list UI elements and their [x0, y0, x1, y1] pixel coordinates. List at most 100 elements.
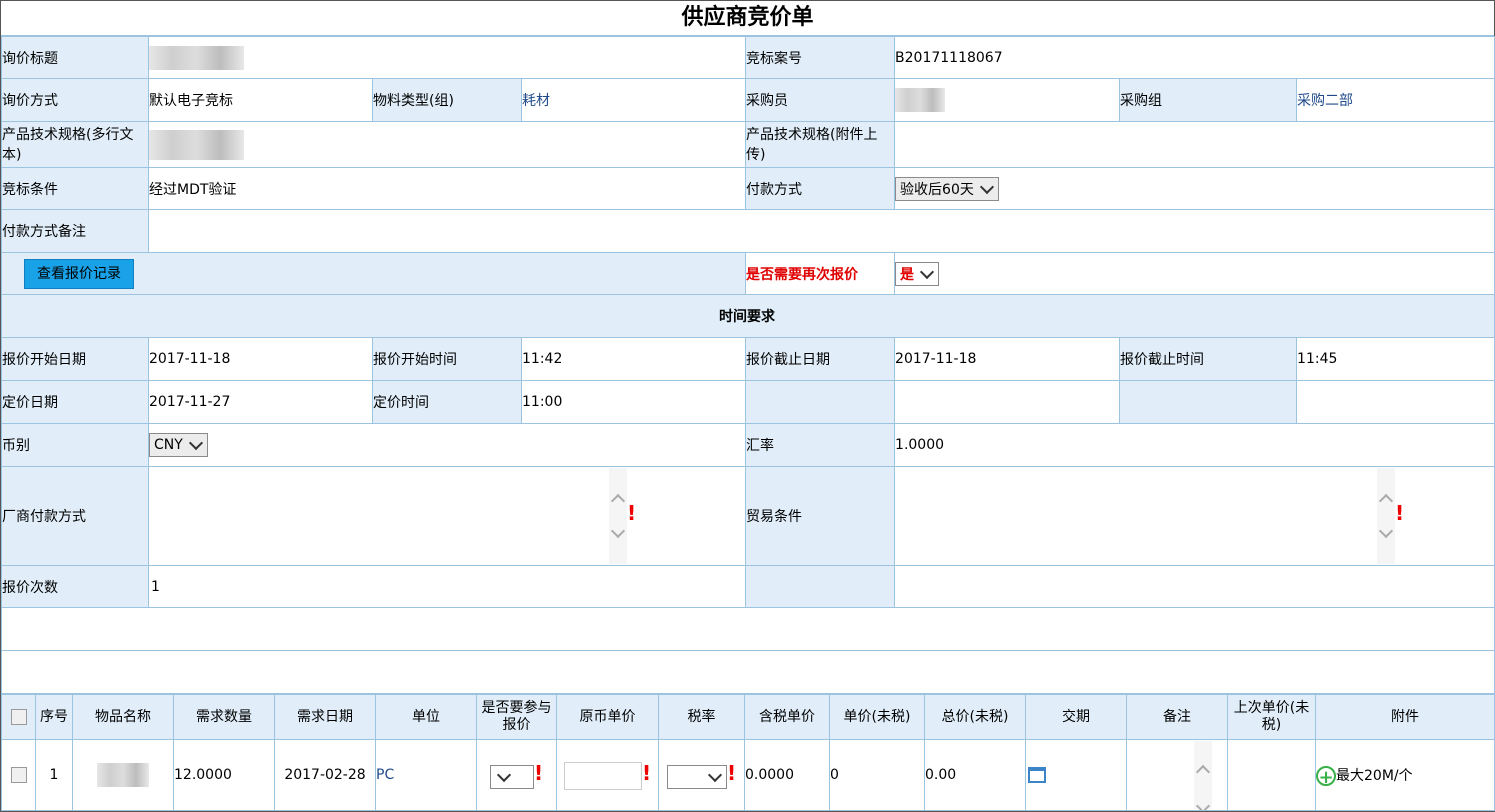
requote-cell: 是 [894, 252, 1495, 295]
spec-attach-value [894, 121, 1495, 168]
payment-method-label: 付款方式 [745, 167, 896, 210]
column-header: 物品名称 [72, 694, 174, 740]
column-header: 含税单价 [744, 694, 830, 740]
chevron-up-icon [610, 493, 626, 509]
scrollbar[interactable] [1377, 468, 1396, 564]
total-cell: 0.00 [924, 739, 1026, 811]
purchase-group-value: 采购二部 [1296, 78, 1495, 122]
unit-price-cell: 0 [829, 739, 925, 811]
column-header: 是否要参与报价 [476, 694, 557, 740]
spec-attach-label: 产品技术规格(附件上传) [745, 121, 896, 168]
redacted-text [97, 763, 149, 787]
column-header: 单价(未税) [829, 694, 925, 740]
page-title: 供应商竞价单 [1, 1, 1494, 36]
chevron-down-icon [188, 435, 203, 451]
participate-cell: ! [476, 739, 557, 811]
chevron-down-icon [1378, 523, 1394, 539]
column-header: 原币单价 [556, 694, 659, 740]
chevron-up-icon [1195, 764, 1211, 780]
quote-end-date-label: 报价截止日期 [745, 337, 896, 381]
payment-method-selected: 验收后60天 [900, 181, 974, 198]
buyer-value [894, 78, 1121, 122]
add-circle-icon[interactable]: + [1316, 765, 1336, 787]
chevron-down-icon [496, 767, 512, 783]
remark-textarea[interactable] [1142, 741, 1212, 810]
delivery-cell [1025, 739, 1127, 811]
select-all-checkbox[interactable] [10, 708, 27, 725]
buyer-label: 采购员 [745, 78, 896, 122]
payment-method-cell: 验收后60天 [894, 167, 1495, 210]
vendor-payment-textarea[interactable] [150, 468, 627, 564]
items-table: 序号 物品名称 需求数量 需求日期 单位 是否要参与报价 原币单价 税率 含税单… [1, 694, 1495, 811]
currency-label: 币别 [1, 423, 149, 467]
attachment-limit: 最大20M/个 [1336, 767, 1413, 784]
required-icon: ! [627, 501, 637, 525]
trade-terms-cell: ! [894, 466, 1495, 566]
orig-price-cell: ! [556, 739, 659, 811]
vendor-payment-label: 厂商付款方式 [1, 466, 149, 566]
currency-select[interactable]: CNY [149, 433, 208, 457]
item-name-cell [72, 739, 174, 811]
column-header: 总价(未税) [924, 694, 1026, 740]
unit-cell: PC [375, 739, 477, 811]
pricing-time-label: 定价时间 [372, 380, 522, 424]
material-type-value: 耗材 [520, 78, 747, 122]
chevron-down-icon [979, 179, 994, 194]
chevron-down-icon [707, 767, 723, 783]
bid-header-form: 询价标题 竞标案号 B20171118067 询价方式 默认电子竞标 物料类型(… [0, 36, 1495, 694]
vendor-payment-cell: ! [147, 466, 747, 566]
exchange-rate-value: 1.0000 [894, 423, 1495, 467]
exchange-rate-label: 汇率 [745, 423, 896, 467]
chevron-up-icon [1378, 493, 1394, 509]
inquiry-title-value [147, 36, 747, 79]
requote-selected: 是 [900, 266, 915, 283]
empty-value [894, 565, 1495, 608]
column-header: 上次单价(未税) [1227, 694, 1316, 740]
empty-label [745, 565, 896, 608]
requote-select[interactable]: 是 [895, 261, 940, 286]
inquiry-title-label: 询价标题 [1, 36, 149, 79]
tax-price-cell: 0.0000 [744, 739, 830, 811]
bid-condition-label: 竞标条件 [1, 167, 149, 210]
row-select-cell [1, 739, 36, 811]
remark-cell [1126, 739, 1228, 811]
chevron-down-icon [919, 264, 935, 279]
empty-label [1119, 380, 1298, 424]
view-quote-records-button[interactable]: 查看报价记录 [24, 258, 134, 289]
spec-text-label: 产品技术规格(多行文本) [1, 121, 149, 168]
scrollbar[interactable] [609, 468, 627, 564]
quote-end-time-label: 报价截止时间 [1119, 337, 1298, 381]
column-header: 序号 [35, 694, 73, 740]
tax-rate-select[interactable] [666, 765, 727, 789]
scrollbar[interactable] [1194, 741, 1212, 810]
quote-end-date-value: 2017-11-18 [894, 337, 1121, 381]
payment-note-value [147, 209, 1495, 253]
quote-end-time-value: 11:45 [1296, 337, 1495, 381]
trade-terms-label: 贸易条件 [745, 466, 896, 566]
attachment-cell: + 最大20M/个 [1315, 739, 1495, 811]
quote-count-label: 报价次数 [1, 565, 149, 608]
required-icon: ! [533, 761, 544, 785]
row-checkbox[interactable] [10, 767, 27, 783]
time-section-title: 时间要求 [0, 294, 1495, 338]
requote-label: 是否需要再次报价 [745, 252, 896, 295]
empty-label [745, 380, 896, 424]
required-icon: ! [641, 760, 652, 785]
purchase-group-label: 采购组 [1119, 78, 1298, 122]
trade-terms-textarea[interactable] [896, 468, 1396, 564]
payment-method-select[interactable]: 验收后60天 [895, 176, 999, 201]
material-type-label: 物料类型(组) [372, 78, 522, 122]
spec-text-value [147, 121, 747, 168]
select-all-header [1, 694, 36, 740]
orig-price-input[interactable] [563, 761, 642, 790]
calendar-icon[interactable] [1028, 767, 1046, 783]
redacted-text [149, 129, 244, 160]
bid-case-no-value: B20171118067 [894, 36, 1495, 79]
view-records-cell: 查看报价记录 [0, 252, 747, 295]
pricing-date-value: 2017-11-27 [148, 380, 373, 424]
inquiry-method-label: 询价方式 [1, 78, 149, 122]
currency-cell: CNY [147, 423, 747, 467]
spacer-row [0, 607, 1495, 651]
participate-select[interactable] [489, 765, 534, 789]
empty-value [894, 380, 1121, 424]
